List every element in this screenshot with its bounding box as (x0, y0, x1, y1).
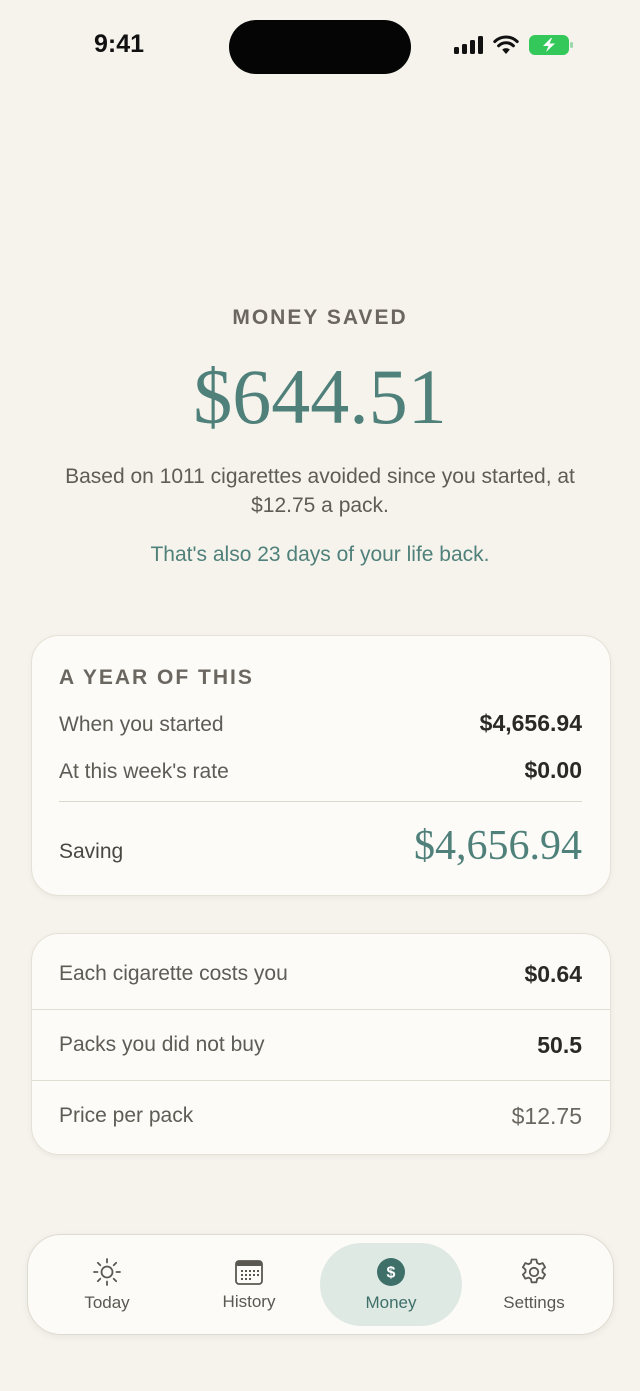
life-back-text: That's also 23 days of your life back. (150, 543, 490, 566)
price-per-pack-label: Price per pack (59, 1104, 194, 1127)
saving-label: Saving (59, 840, 124, 863)
money-saved-description: Based on 1011 cigarettes avoided since y… (65, 465, 575, 517)
dynamic-island (229, 20, 411, 74)
calendar-icon (235, 1259, 263, 1285)
tab-money[interactable]: $ Money (331, 1235, 451, 1334)
packs-not-bought-label: Packs you did not buy (59, 1033, 265, 1056)
tab-settings-label: Settings (503, 1292, 565, 1312)
tab-history-label: History (222, 1291, 276, 1311)
packs-not-bought-value: 50.5 (537, 1032, 582, 1058)
status-time: 9:41 (94, 30, 145, 58)
week-rate-label: At this week's rate (59, 760, 229, 783)
year-projection-card: A YEAR OF THIS When you started $4,656.9… (31, 635, 611, 896)
cellular-signal-icon (454, 36, 483, 54)
when-started-label: When you started (59, 713, 224, 736)
list-item: Price per pack $12.75 (32, 1080, 610, 1151)
cigarette-cost-label: Each cigarette costs you (59, 962, 288, 985)
cost-stats-card: Each cigarette costs you $0.64 Packs you… (31, 933, 611, 1155)
week-rate-value: $0.00 (524, 757, 582, 783)
money-saved-eyebrow: MONEY SAVED (232, 306, 408, 329)
tab-today-label: Today (84, 1292, 130, 1312)
when-started-value: $4,656.94 (479, 710, 582, 736)
list-item: Packs you did not buy 50.5 (32, 1009, 610, 1080)
gear-icon (522, 1258, 546, 1283)
money-saved-amount: $644.51 (193, 353, 447, 440)
year-card-divider (59, 801, 582, 802)
list-item: Each cigarette costs you $0.64 (32, 939, 610, 1009)
price-per-pack-value: $12.75 (511, 1103, 582, 1129)
svg-text:$: $ (387, 1264, 396, 1281)
dollar-icon: $ (377, 1257, 405, 1286)
tab-settings[interactable]: Settings (475, 1235, 593, 1334)
status-icons (454, 34, 575, 56)
tab-history[interactable]: History (190, 1235, 308, 1334)
saving-value: $4,656.94 (414, 823, 582, 869)
tab-money-label: Money (365, 1292, 417, 1312)
battery-charging-icon (529, 35, 573, 55)
wifi-icon (493, 35, 519, 54)
tab-today[interactable]: Today (48, 1235, 166, 1334)
year-card-title: A YEAR OF THIS (59, 666, 254, 689)
sun-icon (93, 1257, 121, 1286)
tab-bar: Today History $ Money Settings (27, 1234, 614, 1335)
cigarette-cost-value: $0.64 (524, 961, 582, 987)
